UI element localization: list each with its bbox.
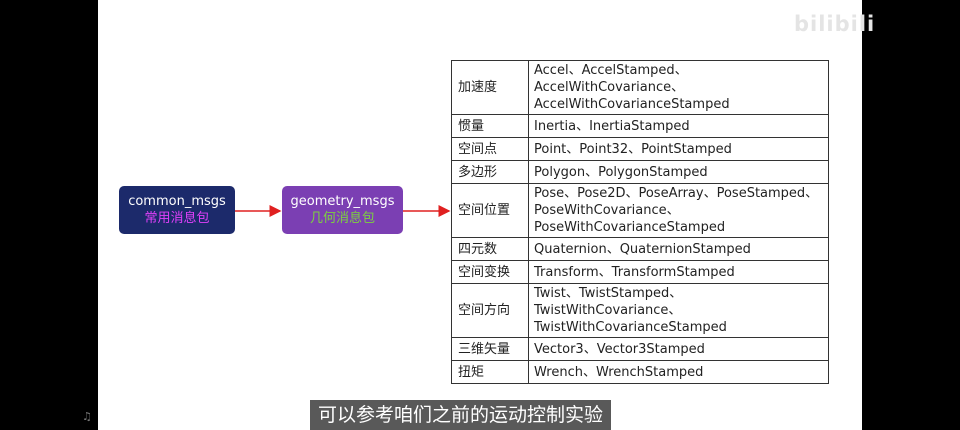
table-row: 空间变换 Transform、TransformStamped (451, 260, 829, 284)
table-row: 四元数 Quaternion、QuaternionStamped (451, 237, 829, 261)
table-row: 空间方向 Twist、TwistStamped、TwistWithCovarian… (451, 283, 829, 338)
table-row: 惯量 Inertia、InertiaStamped (451, 114, 829, 138)
row-category: 三维矢量 (451, 337, 529, 361)
row-category: 加速度 (451, 60, 529, 115)
row-message-types: Point、Point32、PointStamped (528, 137, 829, 161)
row-message-types: Vector3、Vector3Stamped (528, 337, 829, 361)
row-category: 空间点 (451, 137, 529, 161)
row-message-types: Quaternion、QuaternionStamped (528, 237, 829, 261)
video-subtitle: 可以参考咱们之前的运动控制实验 (310, 400, 612, 430)
table-row: 扭矩 Wrench、WrenchStamped (451, 360, 829, 384)
table-row: 空间点 Point、Point32、PointStamped (451, 137, 829, 161)
table-row: 加速度 Accel、AccelStamped、AccelWithCovarianc… (451, 60, 829, 115)
row-category: 惯量 (451, 114, 529, 138)
row-message-types: Wrench、WrenchStamped (528, 360, 829, 384)
row-category: 扭矩 (451, 360, 529, 384)
row-category: 空间方向 (451, 283, 529, 338)
row-category: 多边形 (451, 160, 529, 184)
geometry-msgs-table: 加速度 Accel、AccelStamped、AccelWithCovarianc… (451, 60, 829, 384)
row-message-types: Accel、AccelStamped、AccelWithCovariance、A… (528, 60, 829, 115)
table-row: 三维矢量 Vector3、Vector3Stamped (451, 337, 829, 361)
row-category: 空间位置 (451, 183, 529, 238)
table-row: 多边形 Polygon、PolygonStamped (451, 160, 829, 184)
row-message-types: Twist、TwistStamped、TwistWithCovariance、T… (528, 283, 829, 338)
row-category: 空间变换 (451, 260, 529, 284)
table-row: 空间位置 Pose、Pose2D、PoseArray、PoseStamped、Po… (451, 183, 829, 238)
row-message-types: Polygon、PolygonStamped (528, 160, 829, 184)
row-message-types: Transform、TransformStamped (528, 260, 829, 284)
player-icon[interactable]: ♫ (82, 410, 92, 423)
row-category: 四元数 (451, 237, 529, 261)
row-message-types: Pose、Pose2D、PoseArray、PoseStamped、PoseWi… (528, 183, 829, 238)
row-message-types: Inertia、InertiaStamped (528, 114, 829, 138)
